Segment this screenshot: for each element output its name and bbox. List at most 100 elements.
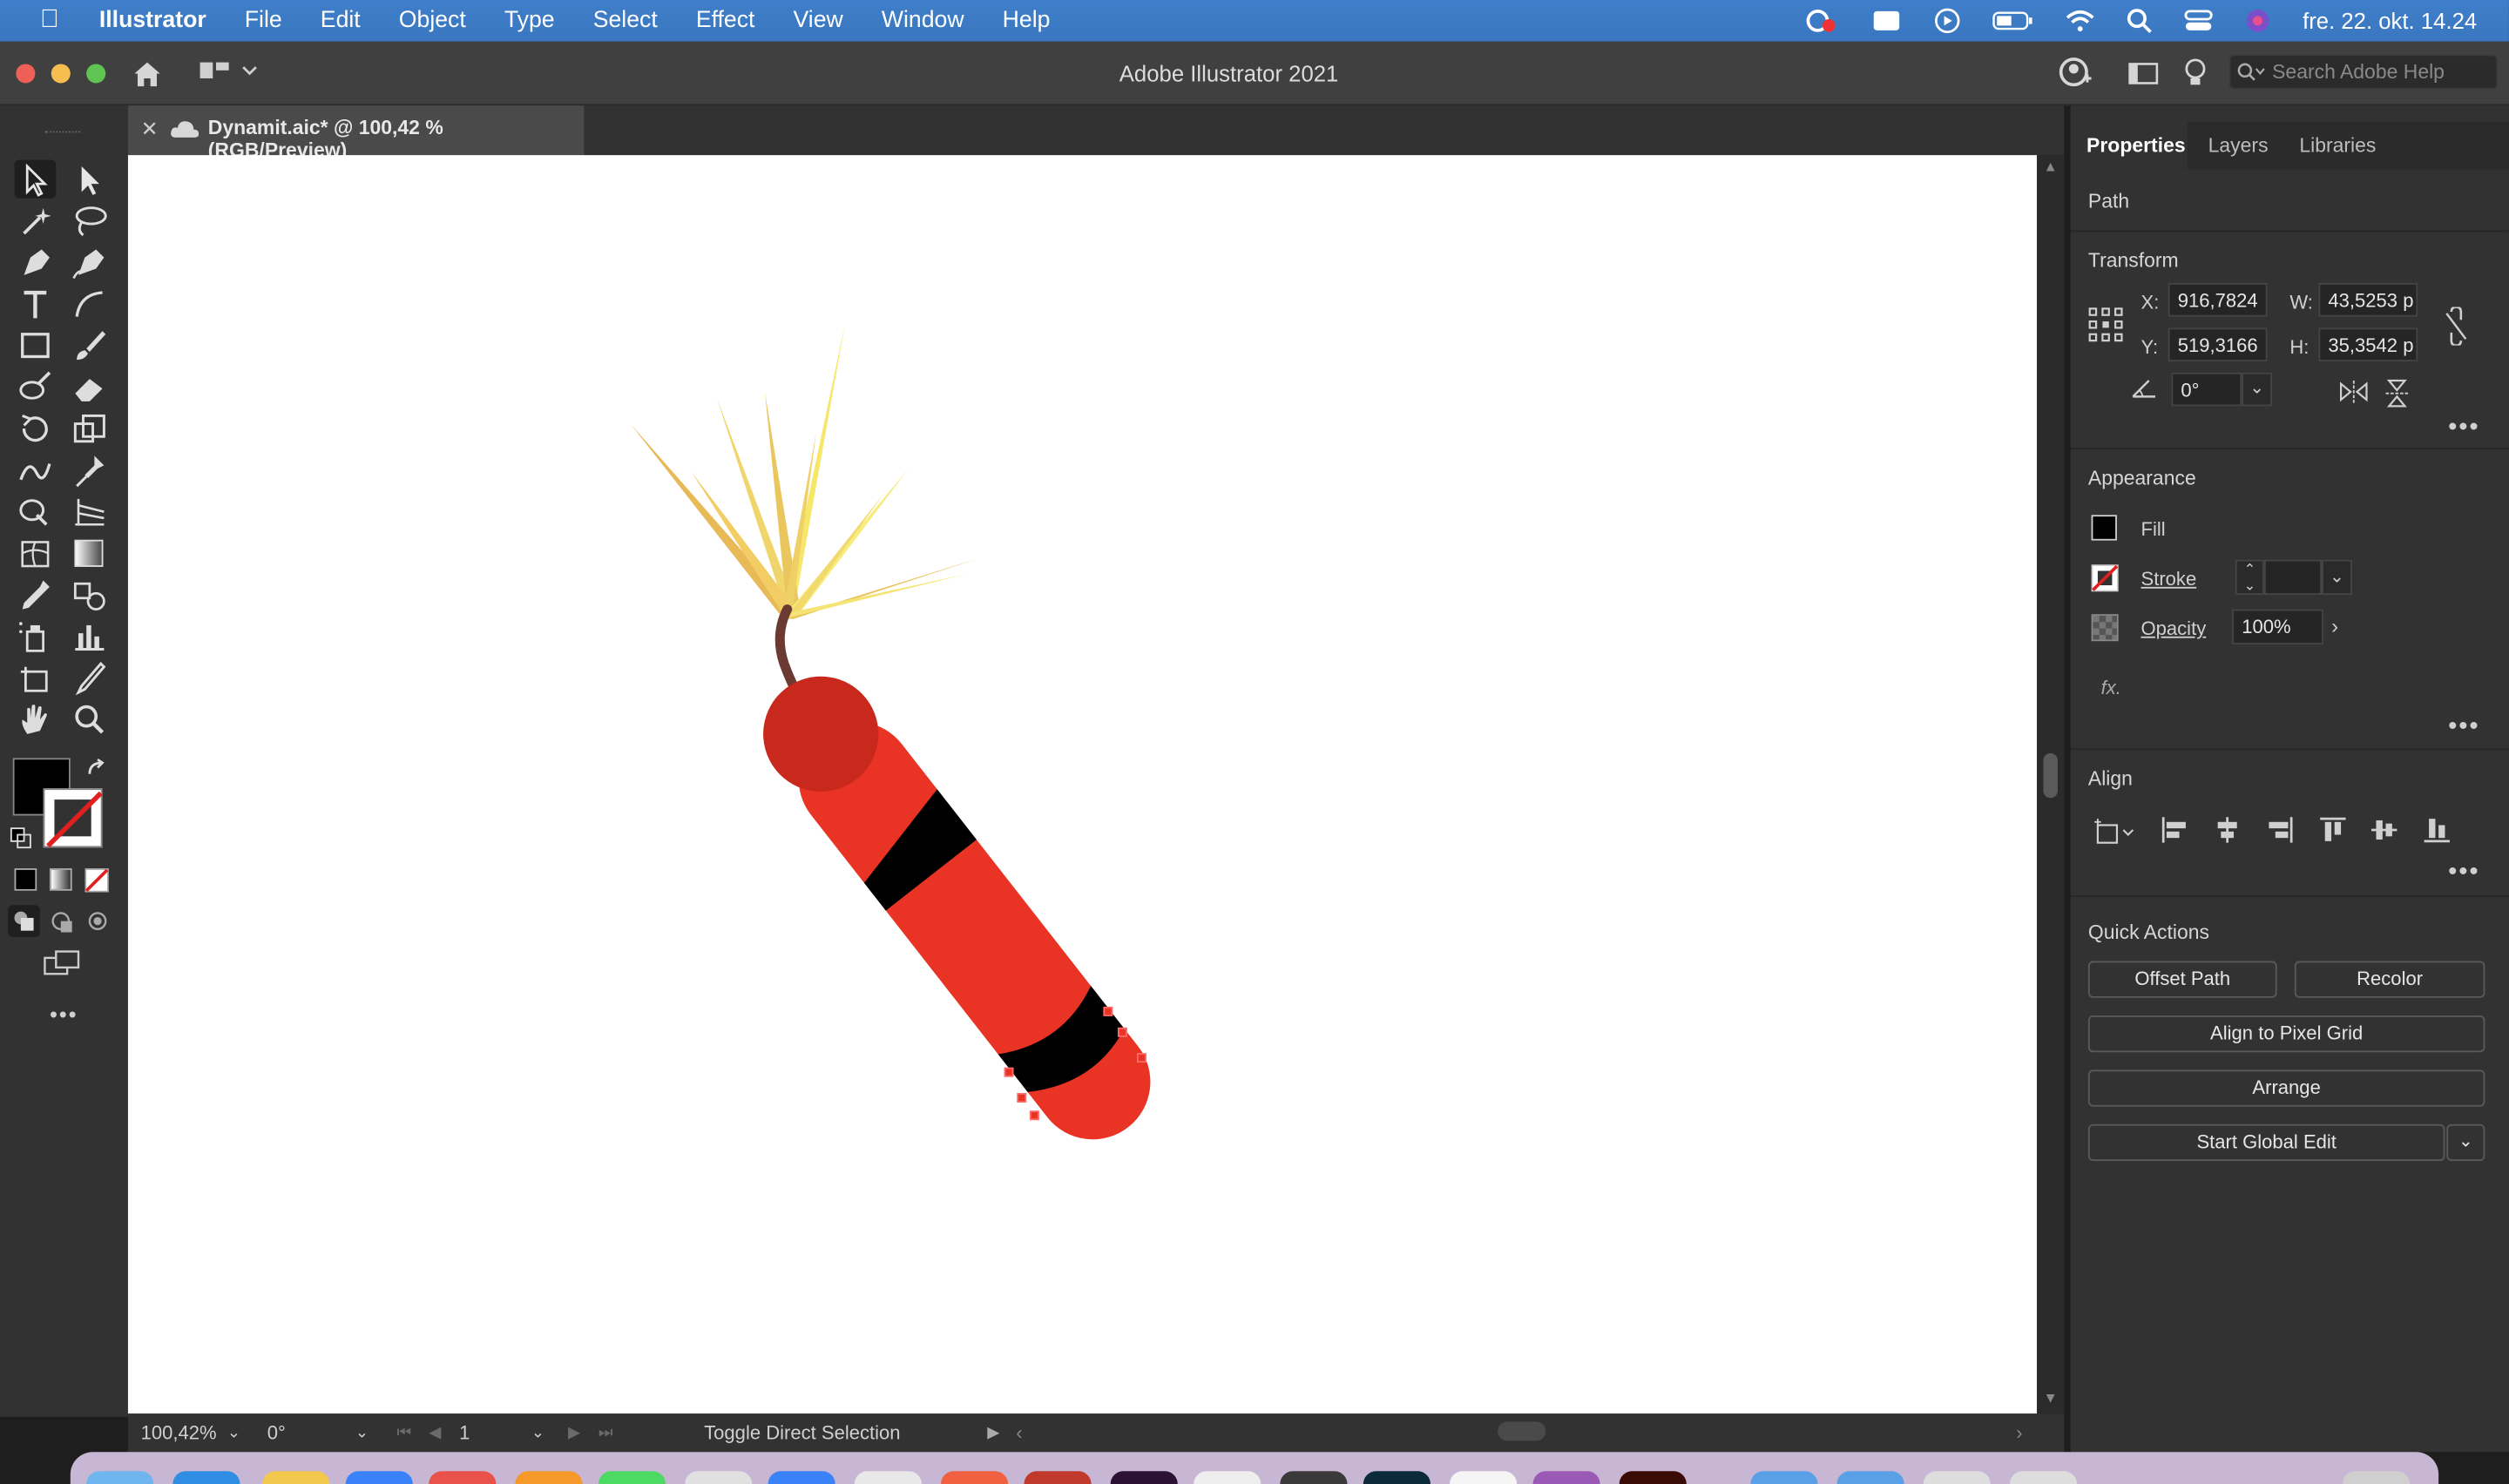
dock-maps-icon[interactable] xyxy=(768,1471,835,1484)
shaper-tool-icon[interactable] xyxy=(15,368,57,406)
draw-inside-icon[interactable] xyxy=(85,908,110,934)
pen-tool-icon[interactable] xyxy=(15,243,57,281)
recolor-button[interactable]: Recolor xyxy=(2294,961,2485,998)
dock-calendar-icon[interactable] xyxy=(429,1471,497,1484)
align-to-selection-icon[interactable] xyxy=(2093,815,2137,847)
opacity-label[interactable]: Opacity xyxy=(2141,617,2207,640)
menu-effect[interactable]: Effect xyxy=(677,8,774,33)
paintbrush-tool-icon[interactable] xyxy=(69,327,111,365)
align-to-pixel-grid-button[interactable]: Align to Pixel Grid xyxy=(2087,1015,2485,1053)
creative-cloud-icon[interactable] xyxy=(1803,8,1838,33)
shape-builder-tool-icon[interactable] xyxy=(15,493,57,531)
type-tool-icon[interactable] xyxy=(15,285,57,323)
hand-tool-icon[interactable] xyxy=(15,700,57,739)
dock-folder-icon[interactable] xyxy=(1750,1471,1818,1484)
magic-wand-tool-icon[interactable] xyxy=(15,201,57,239)
puppet-warp-tool-icon[interactable] xyxy=(69,451,111,489)
dock-app-store-icon[interactable] xyxy=(345,1471,413,1484)
global-edit-dropdown-icon[interactable]: ⌄ xyxy=(2446,1123,2485,1162)
flip-vertical-icon[interactable] xyxy=(2385,379,2409,408)
tab-properties[interactable]: Properties xyxy=(2086,134,2186,157)
play-icon[interactable] xyxy=(1935,8,1960,34)
warp-tool-icon[interactable] xyxy=(15,451,57,489)
menu-help[interactable]: Help xyxy=(984,8,1070,33)
fill-swatch[interactable] xyxy=(2091,515,2117,541)
none-mode-icon[interactable] xyxy=(85,868,109,893)
dock-document-2-icon[interactable] xyxy=(2009,1471,2078,1484)
lightbulb-icon[interactable] xyxy=(2182,57,2208,90)
dock-xd-icon[interactable] xyxy=(1532,1471,1600,1484)
gradient-mode-icon[interactable] xyxy=(49,868,72,891)
dock-downloads-icon[interactable] xyxy=(1836,1471,1904,1484)
tab-libraries[interactable]: Libraries xyxy=(2299,134,2376,157)
scroll-down-icon[interactable]: ▼ xyxy=(2043,1390,2057,1406)
align-horizontal-center-icon[interactable] xyxy=(2213,815,2242,844)
dynamite-artwork[interactable] xyxy=(128,155,2037,1413)
dock-notes-icon[interactable] xyxy=(262,1471,330,1484)
dock-photoshop-icon[interactable] xyxy=(1363,1471,1431,1484)
dock-document-icon[interactable] xyxy=(1923,1471,1991,1484)
default-fill-stroke-icon[interactable] xyxy=(10,826,32,849)
arrange-button[interactable]: Arrange xyxy=(2087,1069,2485,1107)
gradient-tool-icon[interactable] xyxy=(69,534,111,572)
stroke-color-swatch[interactable] xyxy=(43,788,103,848)
angle-dropdown-icon[interactable]: ⌄ xyxy=(2242,372,2273,407)
stroke-weight-stepper[interactable]: ⌃ ⌄ xyxy=(2235,559,2264,596)
vertical-scroll-thumb[interactable] xyxy=(2043,752,2058,799)
offset-path-button[interactable]: Offset Path xyxy=(2087,961,2277,998)
control-center-icon[interactable] xyxy=(2184,8,2213,33)
close-tab-icon[interactable]: ✕ xyxy=(141,117,159,142)
slice-tool-icon[interactable] xyxy=(69,659,111,698)
menu-window[interactable]: Window xyxy=(862,8,984,33)
align-more-options-icon[interactable]: ••• xyxy=(2448,859,2479,887)
help-search-input[interactable]: Search Adobe Help xyxy=(2228,54,2499,90)
scroll-left-icon[interactable]: ‹ xyxy=(1016,1421,1022,1444)
wifi-icon[interactable] xyxy=(2066,10,2094,32)
eraser-tool-icon[interactable] xyxy=(69,368,111,406)
dock-contacts-icon[interactable] xyxy=(854,1471,922,1484)
align-left-icon[interactable] xyxy=(2161,815,2189,844)
perspective-grid-tool-icon[interactable] xyxy=(69,493,111,531)
battery-icon[interactable] xyxy=(1992,10,2034,32)
align-right-icon[interactable] xyxy=(2266,815,2295,844)
draw-behind-icon[interactable] xyxy=(48,908,77,937)
artboard-canvas[interactable] xyxy=(127,155,2038,1414)
share-user-icon[interactable] xyxy=(2058,56,2093,91)
tab-layers[interactable]: Layers xyxy=(2208,134,2269,157)
menu-type[interactable]: Type xyxy=(485,8,574,33)
selection-tool-icon[interactable] xyxy=(14,159,57,199)
column-graph-tool-icon[interactable] xyxy=(69,617,111,656)
next-artboard-icon[interactable]: ▶ xyxy=(568,1425,580,1442)
stroke-weight-field[interactable] xyxy=(2263,559,2323,596)
vertical-scrollbar[interactable]: ▲ ▼ xyxy=(2037,155,2065,1414)
dock-photos-icon[interactable] xyxy=(515,1471,583,1484)
artboard-dropdown-icon[interactable]: ⌄ xyxy=(531,1425,544,1442)
dock-illustrator-icon[interactable] xyxy=(1619,1471,1687,1484)
direct-selection-tool-icon[interactable] xyxy=(69,160,111,199)
dock-preview-icon[interactable] xyxy=(1194,1471,1261,1484)
align-top-icon[interactable] xyxy=(2318,815,2347,844)
rectangle-tool-icon[interactable] xyxy=(15,327,57,365)
menu-view[interactable]: View xyxy=(774,8,862,33)
zoom-tool-icon[interactable] xyxy=(69,700,111,739)
opacity-expand-icon[interactable]: › xyxy=(2331,614,2338,638)
dock-finder-icon[interactable] xyxy=(86,1471,154,1484)
x-position-field[interactable]: 916,7824 xyxy=(2167,283,2268,317)
apple-menu-icon[interactable]:  xyxy=(0,6,99,35)
reference-point-icon[interactable] xyxy=(2088,307,2123,342)
dock-premiere-icon[interactable] xyxy=(1110,1471,1178,1484)
menu-object[interactable]: Object xyxy=(380,8,485,33)
menu-app[interactable]: Illustrator xyxy=(99,8,226,33)
scroll-right-icon[interactable]: › xyxy=(2016,1421,2022,1444)
curvature-pen-tool-icon[interactable] xyxy=(69,243,111,281)
transform-more-options-icon[interactable]: ••• xyxy=(2448,415,2479,443)
eyedropper-tool-icon[interactable] xyxy=(15,576,57,614)
menu-file[interactable]: File xyxy=(226,8,301,33)
start-global-edit-button[interactable]: Start Global Edit xyxy=(2087,1123,2445,1162)
stroke-swatch[interactable] xyxy=(2091,564,2119,592)
scroll-up-icon[interactable]: ▲ xyxy=(2043,159,2057,174)
rotation-field[interactable]: 0° xyxy=(267,1421,286,1444)
dynamite-stick[interactable] xyxy=(740,653,1173,1163)
dock-system-icon[interactable] xyxy=(1450,1471,1518,1484)
horizontal-scroll-thumb[interactable] xyxy=(1498,1421,1546,1441)
